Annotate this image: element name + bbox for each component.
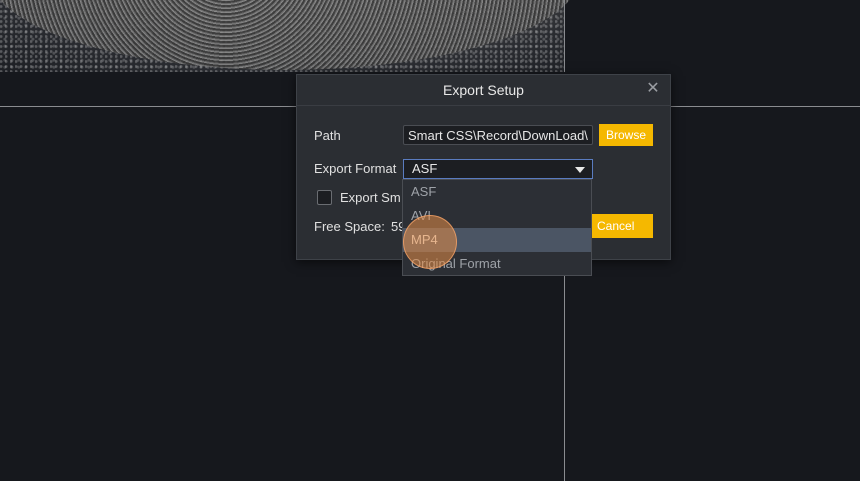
free-space-label: Free Space: <box>314 219 385 234</box>
pane-divider-vertical-bottom <box>564 258 565 481</box>
dialog-title: Export Setup <box>297 75 670 106</box>
path-label: Path <box>314 128 341 143</box>
dropdown-option-asf[interactable]: ASF <box>403 180 591 204</box>
dropdown-option-original-format[interactable]: Original Format <box>403 252 591 276</box>
video-frame <box>0 0 580 70</box>
path-value: Smart CSS\Record\DownLoad\ <box>408 128 588 143</box>
export-format-select[interactable]: ASF <box>403 159 593 179</box>
dropdown-option-avi[interactable]: AVI <box>403 204 591 228</box>
chevron-down-icon <box>575 167 585 173</box>
dropdown-option-mp4[interactable]: MP4 <box>403 228 591 252</box>
export-format-value: ASF <box>412 161 438 176</box>
pane-divider-vertical-top <box>564 0 565 72</box>
export-format-dropdown: ASF AVI MP4 Original Format <box>402 179 592 276</box>
path-field[interactable]: Smart CSS\Record\DownLoad\ <box>403 125 593 145</box>
export-smart-checkbox[interactable] <box>317 190 332 205</box>
close-icon[interactable]: ✕ <box>645 81 661 97</box>
cancel-button[interactable]: Cancel <box>589 214 653 238</box>
browse-button[interactable]: Browse <box>599 124 653 146</box>
export-smart-label: Export Sm <box>340 190 401 205</box>
export-format-label: Export Format <box>314 161 397 176</box>
video-pane-preview[interactable] <box>0 0 580 72</box>
